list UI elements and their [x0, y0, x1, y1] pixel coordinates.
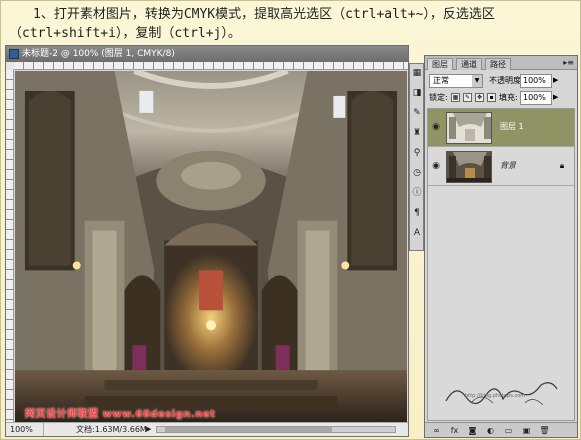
- layers-panel-footer: ∞ fx ◙ ◐ ▭ ▣ 🗑︎: [425, 422, 577, 437]
- stamp-icon[interactable]: ♜: [411, 127, 423, 139]
- ruler-corner[interactable]: [6, 62, 14, 70]
- document-size: 文档:1.63M/3.66M: [76, 425, 147, 434]
- layer-row-layer1[interactable]: ◉ 图层 1: [428, 109, 574, 147]
- lock-pixels-icon[interactable]: ✎: [463, 93, 472, 102]
- layer-row-background[interactable]: ◉ 背景 🔒︎: [428, 148, 574, 186]
- eye-icon[interactable]: ◉: [431, 161, 441, 171]
- church-interior-photo: [15, 71, 407, 422]
- layer-name[interactable]: 背景: [500, 160, 516, 172]
- lock-label: 锁定:: [429, 93, 448, 102]
- tab-layers[interactable]: 图层: [427, 58, 453, 70]
- lock-icon: 🔒︎: [559, 161, 565, 170]
- layer-mask-icon[interactable]: ◙: [467, 425, 478, 436]
- new-group-icon[interactable]: ▭: [503, 425, 514, 436]
- panel-dock-strip: ▦ ◨ ✎ ♜ ⚲ ◷ ⓘ ¶ A: [409, 63, 424, 251]
- layer-name[interactable]: 图层 1: [500, 121, 524, 133]
- adjustment-layer-icon[interactable]: ◐: [485, 425, 496, 436]
- trash-icon[interactable]: 🗑︎: [539, 425, 550, 436]
- zoom-level[interactable]: 100%: [8, 423, 44, 436]
- eye-icon[interactable]: ◉: [431, 122, 441, 132]
- paragraph-icon[interactable]: ¶: [411, 207, 423, 219]
- lock-all-icon[interactable]: ▪: [487, 93, 496, 102]
- layer-thumbnail: [446, 151, 492, 183]
- document-window[interactable]: 未标题-2 @ 100% (图层 1, CMYK/8) 网页设计师联盟 www.…: [5, 45, 409, 437]
- fill-field[interactable]: 100%: [520, 91, 552, 105]
- instruction-text: 1、打开素材图片，转换为CMYK模式，提取高光选区（ctrl+alt+~），反选…: [9, 7, 495, 41]
- layer-thumbnail: [446, 112, 492, 144]
- layers-icon[interactable]: ◨: [411, 87, 423, 99]
- document-titlebar[interactable]: 未标题-2 @ 100% (图层 1, CMYK/8): [6, 46, 408, 62]
- vertical-ruler[interactable]: [6, 70, 14, 422]
- document-status-bar: 100% 文档:1.63M/3.66M ▶: [6, 422, 408, 436]
- document-title: 未标题-2 @ 100% (图层 1, CMYK/8): [22, 49, 175, 59]
- horizontal-ruler[interactable]: [14, 62, 408, 70]
- panel-tab-bar: 图层 通道 路径 ▸≡: [425, 56, 577, 70]
- tab-paths[interactable]: 路径: [485, 58, 511, 70]
- lock-position-icon[interactable]: ✥: [475, 93, 484, 102]
- signature-url: http://blog.photops.com: [465, 393, 526, 399]
- layer-style-icon[interactable]: fx: [449, 425, 460, 436]
- blend-mode-select[interactable]: 正常 ▼: [429, 74, 483, 88]
- image-canvas[interactable]: 网页设计师联盟 www.68design.net: [15, 71, 407, 422]
- tab-channels[interactable]: 通道: [456, 58, 482, 70]
- photoshop-document-icon: [9, 49, 19, 59]
- opacity-label: 不透明度:: [489, 76, 524, 85]
- blend-mode-value: 正常: [433, 76, 449, 85]
- grid-icon[interactable]: ▦: [411, 67, 423, 79]
- new-layer-icon[interactable]: ▣: [521, 425, 532, 436]
- text-icon[interactable]: A: [411, 227, 423, 239]
- chevron-down-icon[interactable]: ▼: [472, 75, 482, 87]
- opacity-slider-arrow-icon[interactable]: ▶: [553, 76, 558, 84]
- horizontal-scrollbar[interactable]: [156, 426, 396, 433]
- info-icon[interactable]: ⓘ: [411, 187, 423, 199]
- lock-transparency-icon[interactable]: ▦: [451, 93, 460, 102]
- blend-mode-row: 正常 ▼ 不透明度: 100% ▶: [429, 74, 573, 88]
- lock-row: 锁定: ▦ ✎ ✥ ▪ 填充: 100% ▶: [429, 91, 573, 105]
- eyedropper-icon[interactable]: ⚲: [411, 147, 423, 159]
- status-menu-arrow-icon[interactable]: ▶: [146, 423, 151, 436]
- opacity-field[interactable]: 100%: [520, 74, 552, 88]
- history-icon[interactable]: ◷: [411, 167, 423, 179]
- horizontal-scroll-thumb[interactable]: [165, 427, 332, 432]
- signature-logo: [445, 382, 558, 406]
- fill-label: 填充:: [499, 93, 518, 102]
- fill-slider-arrow-icon[interactable]: ▶: [553, 93, 558, 101]
- watermark-text: 网页设计师联盟 www.68design.net: [25, 409, 216, 420]
- panel-menu-icon[interactable]: ▸≡: [563, 58, 574, 67]
- link-layers-icon[interactable]: ∞: [431, 425, 442, 436]
- brush-icon[interactable]: ✎: [411, 107, 423, 119]
